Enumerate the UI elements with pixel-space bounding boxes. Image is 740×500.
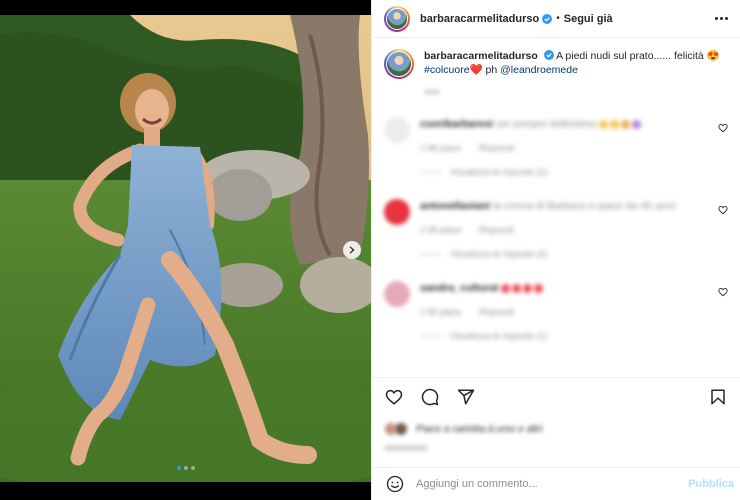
comment-line: sandra_cultural — [420, 281, 728, 295]
more-icon — [715, 17, 718, 20]
photo-credit-label: ph — [485, 64, 498, 76]
post-header: barbaracarmelitadurso • Segui già — [372, 0, 740, 38]
header-separator: • — [556, 13, 560, 24]
author-username[interactable]: barbaracarmelitadurso — [420, 13, 539, 25]
view-replies-button[interactable]: Visualizza le risposte (1) — [420, 167, 728, 177]
comment-emojis — [599, 119, 642, 129]
comment-avatar[interactable] — [384, 117, 410, 143]
comment-meta: 1 Mi piace Rispondi — [420, 143, 728, 153]
photo-illustration — [0, 15, 371, 482]
caption-body: A piedi nudi sul prato...... felicità — [556, 50, 704, 62]
comment-emojis — [501, 283, 544, 293]
comment-like-count[interactable]: 2 Mi piace — [420, 225, 461, 235]
post-actions: Piace a carlotta.d.urso e altri — [372, 377, 740, 451]
reply-button[interactable]: Rispondi — [479, 143, 514, 153]
share-icon — [457, 389, 475, 405]
save-icon — [711, 389, 725, 405]
comment-like-button[interactable] — [718, 123, 728, 133]
likes-summary[interactable]: Piace a carlotta.d.urso e altri — [384, 422, 728, 436]
comment-text: la crema di Barbara ci piace da 40 anni — [492, 200, 676, 212]
comment-like-count[interactable]: 1 Mi piace — [420, 307, 461, 317]
likes-text: Piace a carlotta.d.urso e altri — [416, 423, 543, 435]
next-slide-icon — [349, 246, 355, 254]
view-replies-label: Visualizza le risposte (2) — [450, 249, 548, 259]
caption-hashtag[interactable]: #colcuore — [424, 64, 470, 76]
comment-body: cuoribarbaresi sei sempre bellissima 1 M… — [420, 117, 728, 177]
caption-avatar[interactable] — [384, 49, 414, 79]
reply-button[interactable]: Rispondi — [479, 225, 514, 235]
comment-item: cuoribarbaresi sei sempre bellissima 1 M… — [384, 117, 728, 177]
author-avatar[interactable] — [384, 5, 410, 32]
comment-line: cuoribarbaresi sei sempre bellissima — [420, 117, 728, 131]
caption-text: barbaracarmelitadurso A piedi nudi sul p… — [424, 49, 724, 77]
comment-input[interactable] — [416, 478, 689, 490]
comment-body: antonellaviani la crema di Barbara ci pi… — [420, 199, 728, 259]
carousel-dot — [183, 466, 188, 470]
verified-icon — [542, 13, 553, 24]
caption-username[interactable]: barbaracarmelitadurso — [424, 50, 538, 62]
share-button[interactable] — [456, 387, 476, 407]
comment-meta: 1 Mi piace Rispondi — [420, 307, 728, 317]
comment-icon — [421, 388, 439, 406]
comment-username[interactable]: antonellaviani — [420, 200, 490, 212]
carousel-dot — [190, 466, 195, 470]
emoji-button[interactable] — [386, 475, 404, 493]
post-caption: barbaracarmelitadurso A piedi nudi sul p… — [384, 49, 728, 79]
more-options-button[interactable] — [715, 12, 728, 26]
heart-emoji: ❤️ — [469, 64, 483, 76]
comment-line: antonellaviani la crema di Barbara ci pi… — [420, 199, 728, 213]
media-area — [0, 0, 371, 500]
view-replies-label: Visualizza le risposte (1) — [450, 331, 548, 341]
caption-time — [424, 89, 440, 95]
comment-thread: cuoribarbaresi sei sempre bellissima 1 M… — [384, 117, 728, 341]
comments-list[interactable]: barbaracarmelitadurso A piedi nudi sul p… — [372, 39, 740, 377]
comment-text: sei sempre bellissima — [495, 118, 597, 130]
comment-username[interactable]: cuoribarbaresi — [420, 118, 493, 130]
comment-avatar[interactable] — [384, 281, 410, 307]
carousel-indicator — [0, 466, 371, 470]
emoji-icon — [386, 475, 404, 493]
comment-item: sandra_cultural 1 Mi piace Rispondi Visual… — [384, 281, 728, 341]
comment-avatar[interactable] — [384, 199, 410, 225]
heart-icon — [718, 123, 728, 133]
view-replies-button[interactable]: Visualizza le risposte (2) — [420, 249, 728, 259]
heart-icon — [718, 205, 728, 215]
post-photo[interactable] — [0, 15, 371, 482]
comment-button[interactable] — [420, 387, 440, 407]
add-comment-bar: Pubblica — [372, 467, 740, 500]
caption-mention[interactable]: @leandroemede — [500, 64, 578, 76]
smile-emoji: 😍 — [706, 50, 720, 62]
post-date — [384, 445, 428, 451]
verified-icon — [543, 50, 554, 60]
action-bar — [384, 386, 728, 408]
view-replies-button[interactable]: Visualizza le risposte (1) — [420, 331, 728, 341]
comment-like-button[interactable] — [718, 287, 728, 297]
instagram-post: barbaracarmelitadurso • Segui già barbar… — [0, 0, 740, 500]
reply-button[interactable]: Rispondi — [479, 307, 514, 317]
comment-like-count[interactable]: 1 Mi piace — [420, 143, 461, 153]
save-button[interactable] — [708, 387, 728, 407]
comment-body: sandra_cultural 1 Mi piace Rispondi Visual… — [420, 281, 728, 341]
like-button[interactable] — [384, 387, 404, 407]
comment-meta: 2 Mi piace Rispondi — [420, 225, 728, 235]
next-slide-button[interactable] — [343, 241, 361, 259]
like-icon — [385, 389, 403, 405]
post-side-panel: barbaracarmelitadurso • Segui già barbar… — [371, 0, 740, 500]
comment-item: antonellaviani la crema di Barbara ci pi… — [384, 199, 728, 259]
comment-like-button[interactable] — [718, 205, 728, 215]
view-replies-label: Visualizza le risposte (1) — [450, 167, 548, 177]
liker-avatars — [384, 422, 408, 436]
heart-icon — [718, 287, 728, 297]
carousel-dot-active — [176, 466, 181, 470]
publish-button[interactable]: Pubblica — [688, 478, 734, 490]
follow-button[interactable]: Segui già — [564, 13, 613, 25]
comment-username[interactable]: sandra_cultural — [420, 282, 498, 294]
